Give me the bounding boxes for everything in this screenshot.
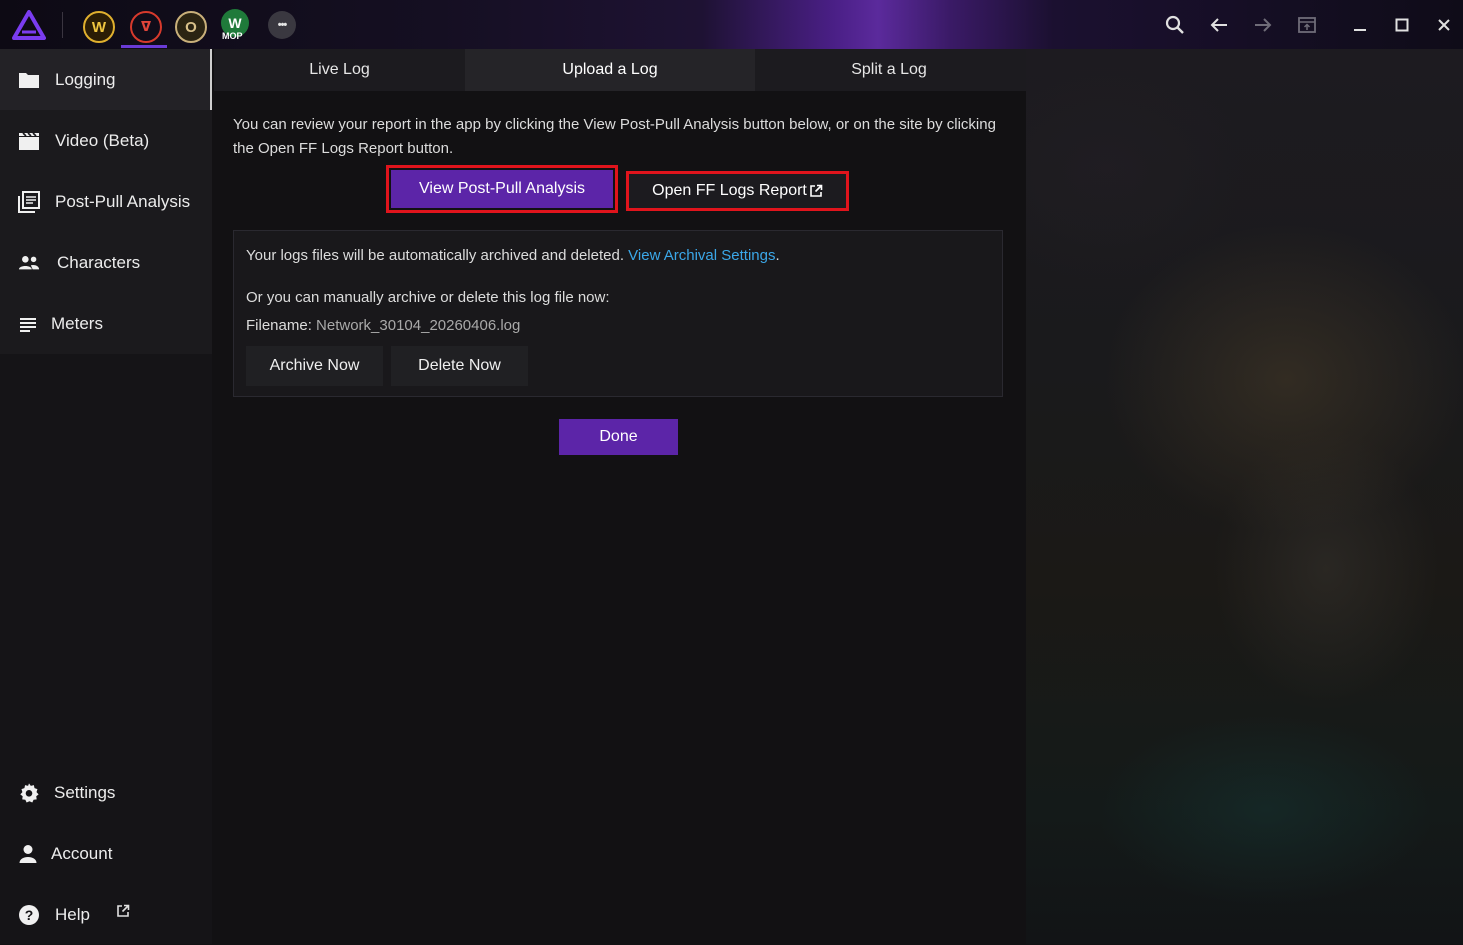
title-bar: W ᐁ O W MOP ••• xyxy=(0,0,1463,49)
clapperboard-icon xyxy=(19,131,39,150)
sidebar-item-help[interactable]: ? Help xyxy=(0,884,212,945)
filename-row: Filename: Network_30104_20260406.log xyxy=(246,317,520,334)
more-glyph: ••• xyxy=(277,19,288,31)
popout-icon[interactable] xyxy=(1292,10,1322,40)
sidebar-item-label: Characters xyxy=(57,252,141,272)
minimize-icon[interactable] xyxy=(1345,10,1375,40)
sidebar-bottom-nav: Settings Account ? Help xyxy=(0,762,212,945)
forward-arrow-icon[interactable] xyxy=(1248,10,1278,40)
person-icon xyxy=(19,844,37,863)
sidebar-item-video[interactable]: Video (Beta) xyxy=(0,110,212,171)
sidebar-item-label: Video (Beta) xyxy=(55,130,150,150)
view-post-pull-analysis-label: View Post-Pull Analysis xyxy=(419,180,585,197)
tab-upload-a-log[interactable]: Upload a Log xyxy=(465,49,755,91)
done-button[interactable]: Done xyxy=(559,419,678,455)
eso-glyph: O xyxy=(185,18,197,36)
active-game-indicator xyxy=(121,45,167,48)
done-label: Done xyxy=(599,428,638,445)
sidebar-item-label: Help xyxy=(55,904,90,924)
sidebar-item-logging[interactable]: Logging xyxy=(0,49,212,110)
sidebar-item-meters[interactable]: Meters xyxy=(0,293,212,354)
more-games-icon[interactable]: ••• xyxy=(268,11,296,39)
view-archival-settings-link[interactable]: View Archival Settings xyxy=(628,247,775,264)
back-arrow-icon[interactable] xyxy=(1204,10,1234,40)
people-icon xyxy=(18,255,40,269)
search-icon[interactable] xyxy=(1160,10,1190,40)
main-panel: Live Log Upload a Log Split a Log You ca… xyxy=(214,49,1026,944)
view-post-pull-analysis-button[interactable]: View Post-Pull Analysis xyxy=(386,165,618,213)
wow-mop-icon[interactable]: W MOP xyxy=(221,9,249,41)
archive-panel: Your logs files will be automatically ar… xyxy=(233,230,1003,397)
tab-split-a-log[interactable]: Split a Log xyxy=(755,49,1023,91)
review-description: You can review your report in the app by… xyxy=(233,116,996,157)
mop-badge: MOP xyxy=(222,31,243,41)
eso-icon[interactable]: O xyxy=(175,11,207,43)
sidebar-item-label: Meters xyxy=(51,313,103,333)
sidebar-item-label: Post-Pull Analysis xyxy=(55,191,191,211)
wow-icon[interactable]: W xyxy=(83,11,115,43)
delete-now-button[interactable]: Delete Now xyxy=(391,346,528,386)
filename-value: Network_30104_20260406.log xyxy=(316,317,521,334)
sidebar-item-label: Account xyxy=(51,843,113,863)
background-artwork xyxy=(1026,49,1463,944)
sidebar-item-label: Settings xyxy=(54,782,116,802)
delete-now-label: Delete Now xyxy=(418,357,501,374)
open-ff-logs-report-button[interactable]: Open FF Logs Report xyxy=(626,171,849,211)
list-icon xyxy=(20,317,36,332)
sidebar: Logging Video (Beta) Post-Pull Analysis … xyxy=(0,49,212,944)
sidebar-main-nav: Logging Video (Beta) Post-Pull Analysis … xyxy=(0,49,212,354)
manual-archive-text: Or you can manually archive or delete th… xyxy=(246,289,610,306)
folder-icon xyxy=(19,72,39,88)
help-icon: ? xyxy=(19,904,39,925)
close-icon[interactable] xyxy=(1429,10,1459,40)
auto-archive-notice: Your logs files will be automatically ar… xyxy=(246,247,780,264)
filename-label: Filename: xyxy=(246,317,312,334)
external-link-icon xyxy=(117,904,130,917)
sidebar-item-post-pull-analysis[interactable]: Post-Pull Analysis xyxy=(0,171,212,232)
wow-mop-glyph: W xyxy=(228,15,242,31)
archive-now-label: Archive Now xyxy=(269,357,360,374)
external-link-icon xyxy=(810,184,823,197)
auto-archive-text: Your logs files will be automatically ar… xyxy=(246,247,624,264)
report-icon xyxy=(18,190,40,213)
sidebar-item-label: Logging xyxy=(55,69,116,89)
sidebar-item-characters[interactable]: Characters xyxy=(0,232,212,293)
sidebar-item-account[interactable]: Account xyxy=(0,823,212,884)
tab-bar: Live Log Upload a Log Split a Log xyxy=(214,49,1026,91)
tab-live-log[interactable]: Live Log xyxy=(214,49,465,91)
ffxiv-icon[interactable]: ᐁ xyxy=(130,11,162,43)
open-ff-logs-report-label: Open FF Logs Report xyxy=(652,182,807,199)
ffxiv-glyph: ᐁ xyxy=(140,19,152,34)
auto-archive-period: . xyxy=(775,247,780,264)
sidebar-item-settings[interactable]: Settings xyxy=(0,762,212,823)
titlebar-divider xyxy=(62,12,63,38)
archive-now-button[interactable]: Archive Now xyxy=(246,346,383,386)
gear-icon xyxy=(20,782,39,803)
maximize-icon[interactable] xyxy=(1387,10,1417,40)
svg-text:?: ? xyxy=(25,907,34,923)
wow-glyph: W xyxy=(91,18,107,36)
app-logo-icon[interactable] xyxy=(12,10,46,40)
